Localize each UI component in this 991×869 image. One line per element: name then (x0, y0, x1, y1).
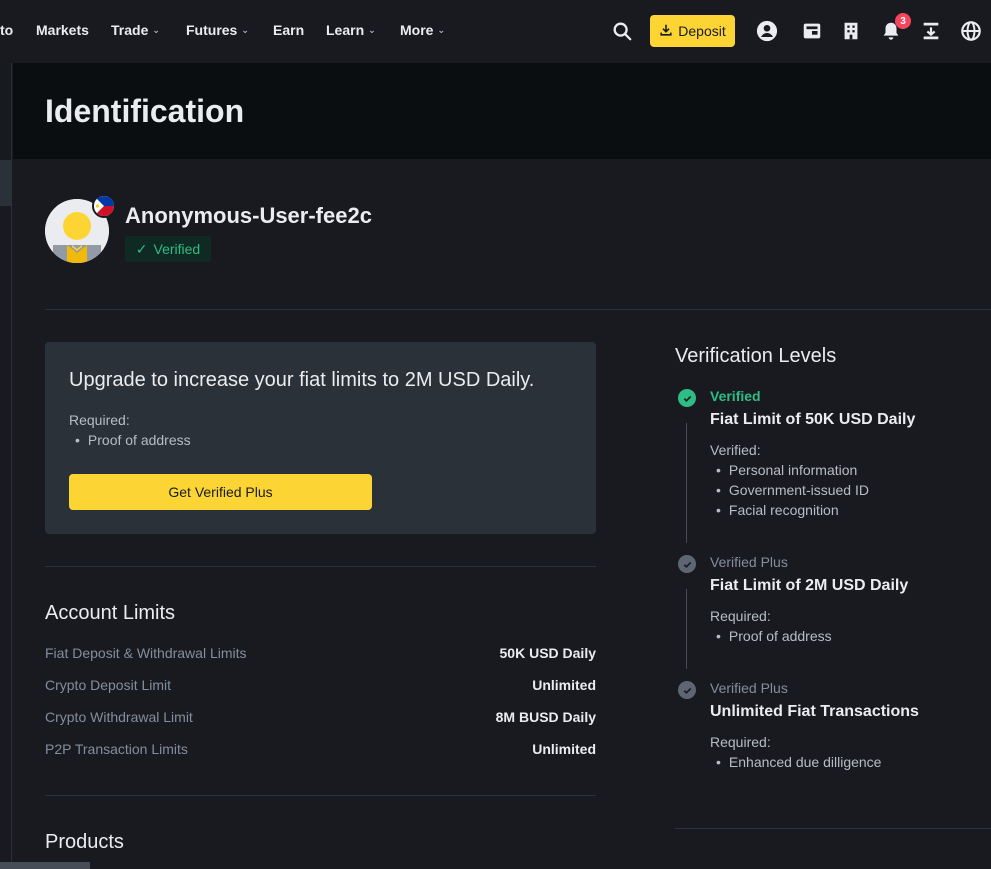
nav-item-markets[interactable]: Markets (36, 22, 89, 38)
level-list-label: Required: (710, 734, 771, 750)
limit-value: 8M BUSD Daily (495, 709, 596, 725)
verified-status-label: Verified (153, 241, 201, 257)
sidebar-active-item[interactable] (0, 160, 12, 206)
building-icon[interactable] (840, 20, 862, 42)
download-app-icon[interactable] (920, 20, 942, 42)
nav-item-label: Earn (273, 22, 305, 38)
level-headline: Fiat Limit of 50K USD Daily (710, 411, 916, 428)
notification-count-badge: 3 (895, 13, 911, 29)
nav-item-partial[interactable]: to (0, 22, 13, 38)
upgrade-requirement-item: Proof of address (69, 432, 191, 448)
divider (675, 828, 991, 829)
chevron-down-icon: ⌄ (368, 24, 376, 35)
verification-levels-title: Verification Levels (675, 345, 837, 367)
nav-item-label: Markets (36, 22, 89, 38)
nav-item-futures[interactable]: Futures ⌄ (186, 22, 249, 38)
globe-icon[interactable] (960, 20, 982, 42)
nav-item-label: Futures (186, 22, 238, 38)
status-bar (0, 862, 90, 869)
check-icon: ✓ (135, 240, 148, 257)
level-connector-line (686, 589, 687, 669)
deposit-button[interactable]: Deposit (650, 15, 735, 47)
upgrade-required-label: Required: (69, 412, 130, 428)
username: Anonymous-User-fee2c (125, 203, 372, 228)
divider (45, 309, 991, 310)
check-circle-icon (678, 681, 696, 699)
divider (45, 795, 596, 796)
nav-item-learn[interactable]: Learn ⌄ (326, 22, 376, 38)
level-item: Government-issued ID (710, 482, 869, 498)
level-headline: Unlimited Fiat Transactions (710, 703, 919, 720)
top-navigation: to Markets Trade ⌄ Futures ⌄ Earn Learn … (0, 0, 991, 63)
nav-item-more[interactable]: More ⌄ (400, 22, 445, 38)
level-status: Verified Plus (710, 554, 788, 570)
deposit-label: Deposit (678, 23, 726, 39)
page-title: Identification (45, 93, 245, 129)
level-status: Verified Plus (710, 680, 788, 696)
products-title: Products (45, 831, 124, 853)
check-circle-icon (678, 555, 696, 573)
chevron-down-icon: ⌄ (152, 24, 160, 35)
limit-value: Unlimited (532, 677, 596, 693)
country-flag-icon (92, 194, 116, 218)
limit-label: Crypto Withdrawal Limit (45, 709, 193, 725)
limit-label: Fiat Deposit & Withdrawal Limits (45, 645, 247, 661)
level-item: Facial recognition (710, 502, 839, 518)
limit-label: P2P Transaction Limits (45, 741, 188, 757)
divider (45, 566, 596, 567)
limit-value: 50K USD Daily (499, 645, 596, 661)
wallet-icon[interactable] (801, 20, 823, 42)
download-icon (659, 23, 673, 40)
level-item: Proof of address (710, 628, 832, 644)
get-verified-plus-button[interactable]: Get Verified Plus (69, 474, 372, 510)
limit-label: Crypto Deposit Limit (45, 677, 172, 693)
level-connector-line (686, 423, 687, 543)
level-headline: Fiat Limit of 2M USD Daily (710, 577, 909, 594)
chevron-down-icon: ⌄ (241, 24, 249, 35)
upgrade-title: Upgrade to increase your fiat limits to … (69, 369, 535, 391)
limit-value: Unlimited (532, 741, 596, 757)
nav-item-label: Trade (111, 22, 149, 38)
chevron-down-icon: ⌄ (437, 24, 445, 35)
level-list-label: Verified: (710, 442, 761, 458)
check-circle-icon (678, 389, 696, 407)
level-status: Verified (710, 388, 761, 404)
search-icon[interactable] (611, 20, 633, 42)
nav-item-trade[interactable]: Trade ⌄ (111, 22, 160, 38)
account-limits-title: Account Limits (45, 602, 176, 624)
level-item: Personal information (710, 462, 857, 478)
level-list-label: Required: (710, 608, 771, 624)
user-circle-icon[interactable] (756, 20, 778, 42)
verified-status-badge: ✓ Verified (125, 236, 211, 262)
nav-item-label: Learn (326, 22, 365, 38)
nav-item-earn[interactable]: Earn (273, 22, 304, 38)
nav-item-label: More (400, 22, 434, 38)
level-item: Enhanced due dilligence (710, 754, 882, 770)
